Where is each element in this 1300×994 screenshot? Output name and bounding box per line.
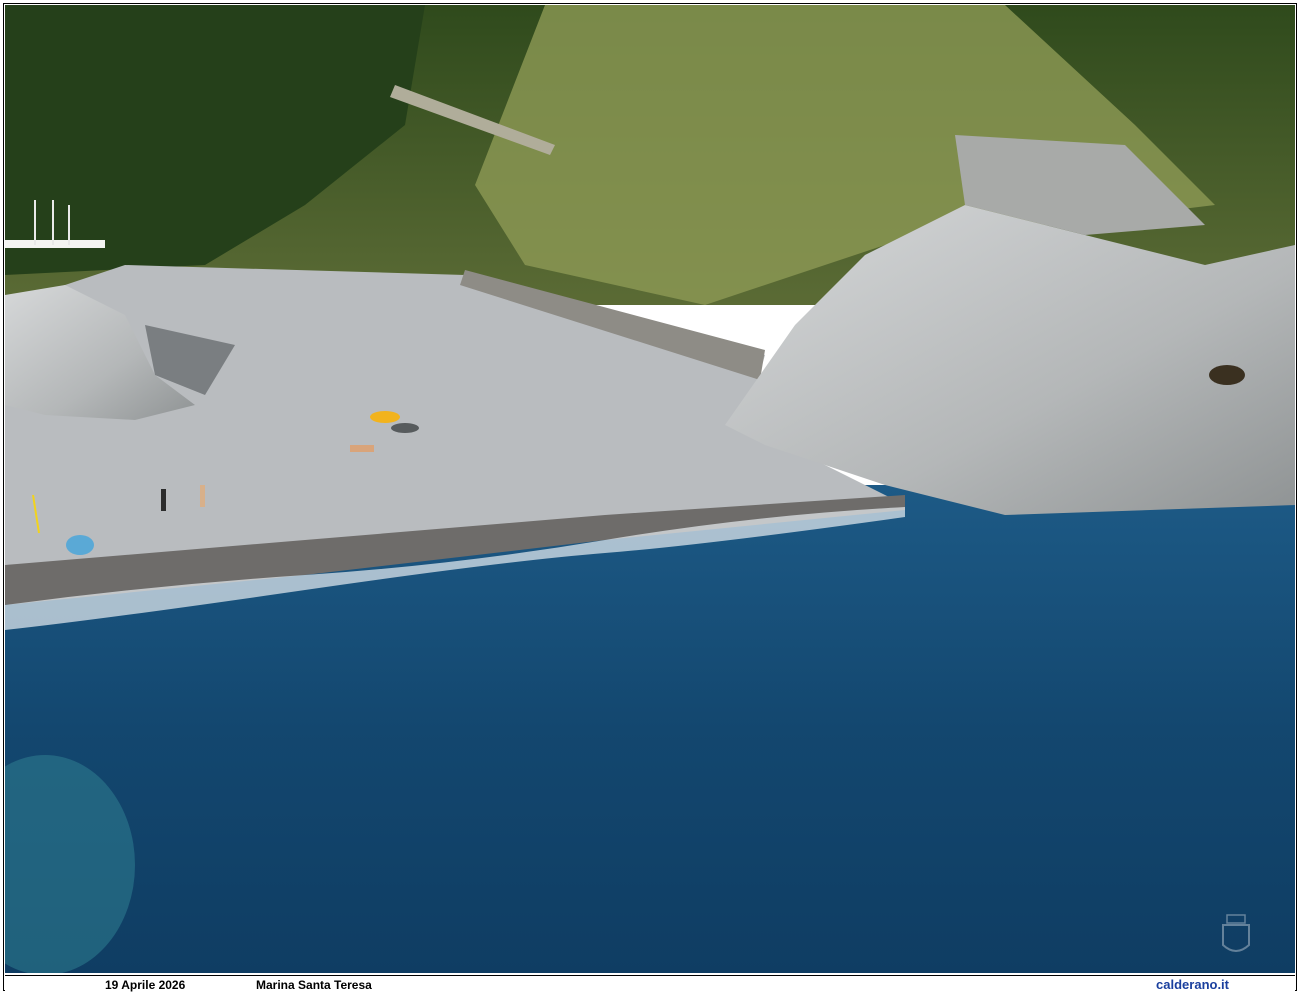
beach-photo (5, 5, 1295, 973)
photo-location: Marina Santa Teresa (256, 978, 372, 992)
lido-roof (5, 240, 105, 248)
umbrella-shadow (391, 423, 419, 433)
beach-umbrella (370, 411, 400, 423)
walking-person (161, 489, 166, 511)
sunbather (350, 445, 374, 452)
caption-bar: 19 Aprile 2026 Marina Santa Teresa calde… (5, 975, 1295, 992)
walking-person (200, 485, 205, 507)
website-link[interactable]: calderano.it (1156, 977, 1229, 992)
photo-date: 19 Aprile 2026 (105, 978, 186, 992)
sea-cave (1209, 365, 1245, 385)
beach-tent (66, 535, 94, 555)
